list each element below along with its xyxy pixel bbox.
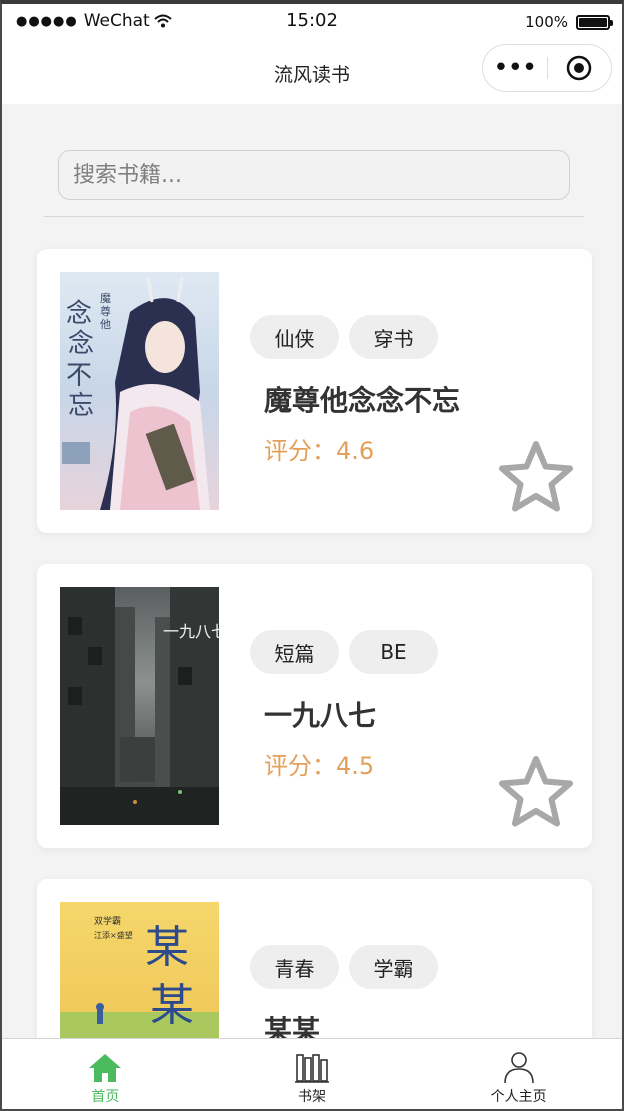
battery-group: 100% [525,13,613,31]
miniprogram-capsule: ••• [482,44,612,92]
book-card[interactable]: 一九八七 短篇 BE 一九八七 评分：4.5 [37,564,592,848]
book-cover[interactable]: 念 念 不 忘 魔 尊 他 [60,272,219,510]
book-card[interactable]: 念 念 不 忘 魔 尊 他 仙侠 穿书 魔尊他念念不忘 评分：4.6 [37,249,592,533]
svg-text:一九八七: 一九八七 [163,622,219,641]
book-cover[interactable]: 一九八七 [60,587,219,825]
book-score: 评分：4.6 [264,437,375,465]
svg-text:魔: 魔 [100,291,111,305]
svg-text:双学霸: 双学霸 [94,915,121,927]
more-menu-icon[interactable]: ••• [483,55,547,81]
tab-label: 首页 [91,1089,120,1105]
tab-profile[interactable]: 个人主页 [415,1039,622,1109]
svg-text:尊: 尊 [100,304,111,318]
close-miniprogram-icon[interactable] [548,55,612,81]
svg-text:念: 念 [68,329,94,359]
home-icon [89,1054,122,1082]
svg-text:不: 不 [66,361,92,391]
tab-label: 书架 [298,1089,326,1105]
tab-home[interactable]: 首页 [2,1039,209,1109]
tab-bookshelf[interactable]: 书架 [209,1039,416,1109]
nav-bar: 流风读书 ••• [2,40,622,104]
genre-tag[interactable]: 仙侠 [250,315,339,359]
tab-label: 个人主页 [490,1089,547,1105]
divider [44,216,584,217]
favorite-star-icon[interactable] [497,439,575,515]
tag-list: 仙侠 穿书 [250,315,438,359]
svg-text:念: 念 [66,299,92,329]
genre-tag[interactable]: 穿书 [349,315,438,359]
status-bar: ●●●●● WeChat 15:02 100% [2,4,622,44]
search-input[interactable] [58,150,570,200]
genre-tag[interactable]: 学霸 [349,945,438,989]
bookshelf-icon [295,1054,329,1083]
tag-list: 短篇 BE [250,630,438,674]
battery-percent: 100% [525,13,568,31]
svg-text:某: 某 [145,922,189,973]
favorite-star-icon[interactable] [497,754,575,830]
book-score: 评分：4.5 [264,752,375,780]
app-frame: ●●●●● WeChat 15:02 100% 流风读书 ••• 搜索书籍...… [0,0,624,1111]
battery-icon [576,14,613,30]
svg-text:江添×盛望: 江添×盛望 [94,930,133,940]
book-title[interactable]: 魔尊他念念不忘 [264,379,460,419]
person-icon [503,1052,534,1084]
genre-tag[interactable]: 青春 [250,945,339,989]
genre-tag[interactable]: BE [349,630,438,674]
svg-text:某: 某 [150,980,194,1031]
tag-list: 青春 学霸 [250,945,438,989]
svg-text:他: 他 [100,318,111,331]
tab-bar: 首页 书架 个人主页 [2,1038,622,1109]
book-title[interactable]: 一九八七 [264,694,376,734]
svg-text:忘: 忘 [68,391,94,421]
genre-tag[interactable]: 短篇 [250,630,339,674]
